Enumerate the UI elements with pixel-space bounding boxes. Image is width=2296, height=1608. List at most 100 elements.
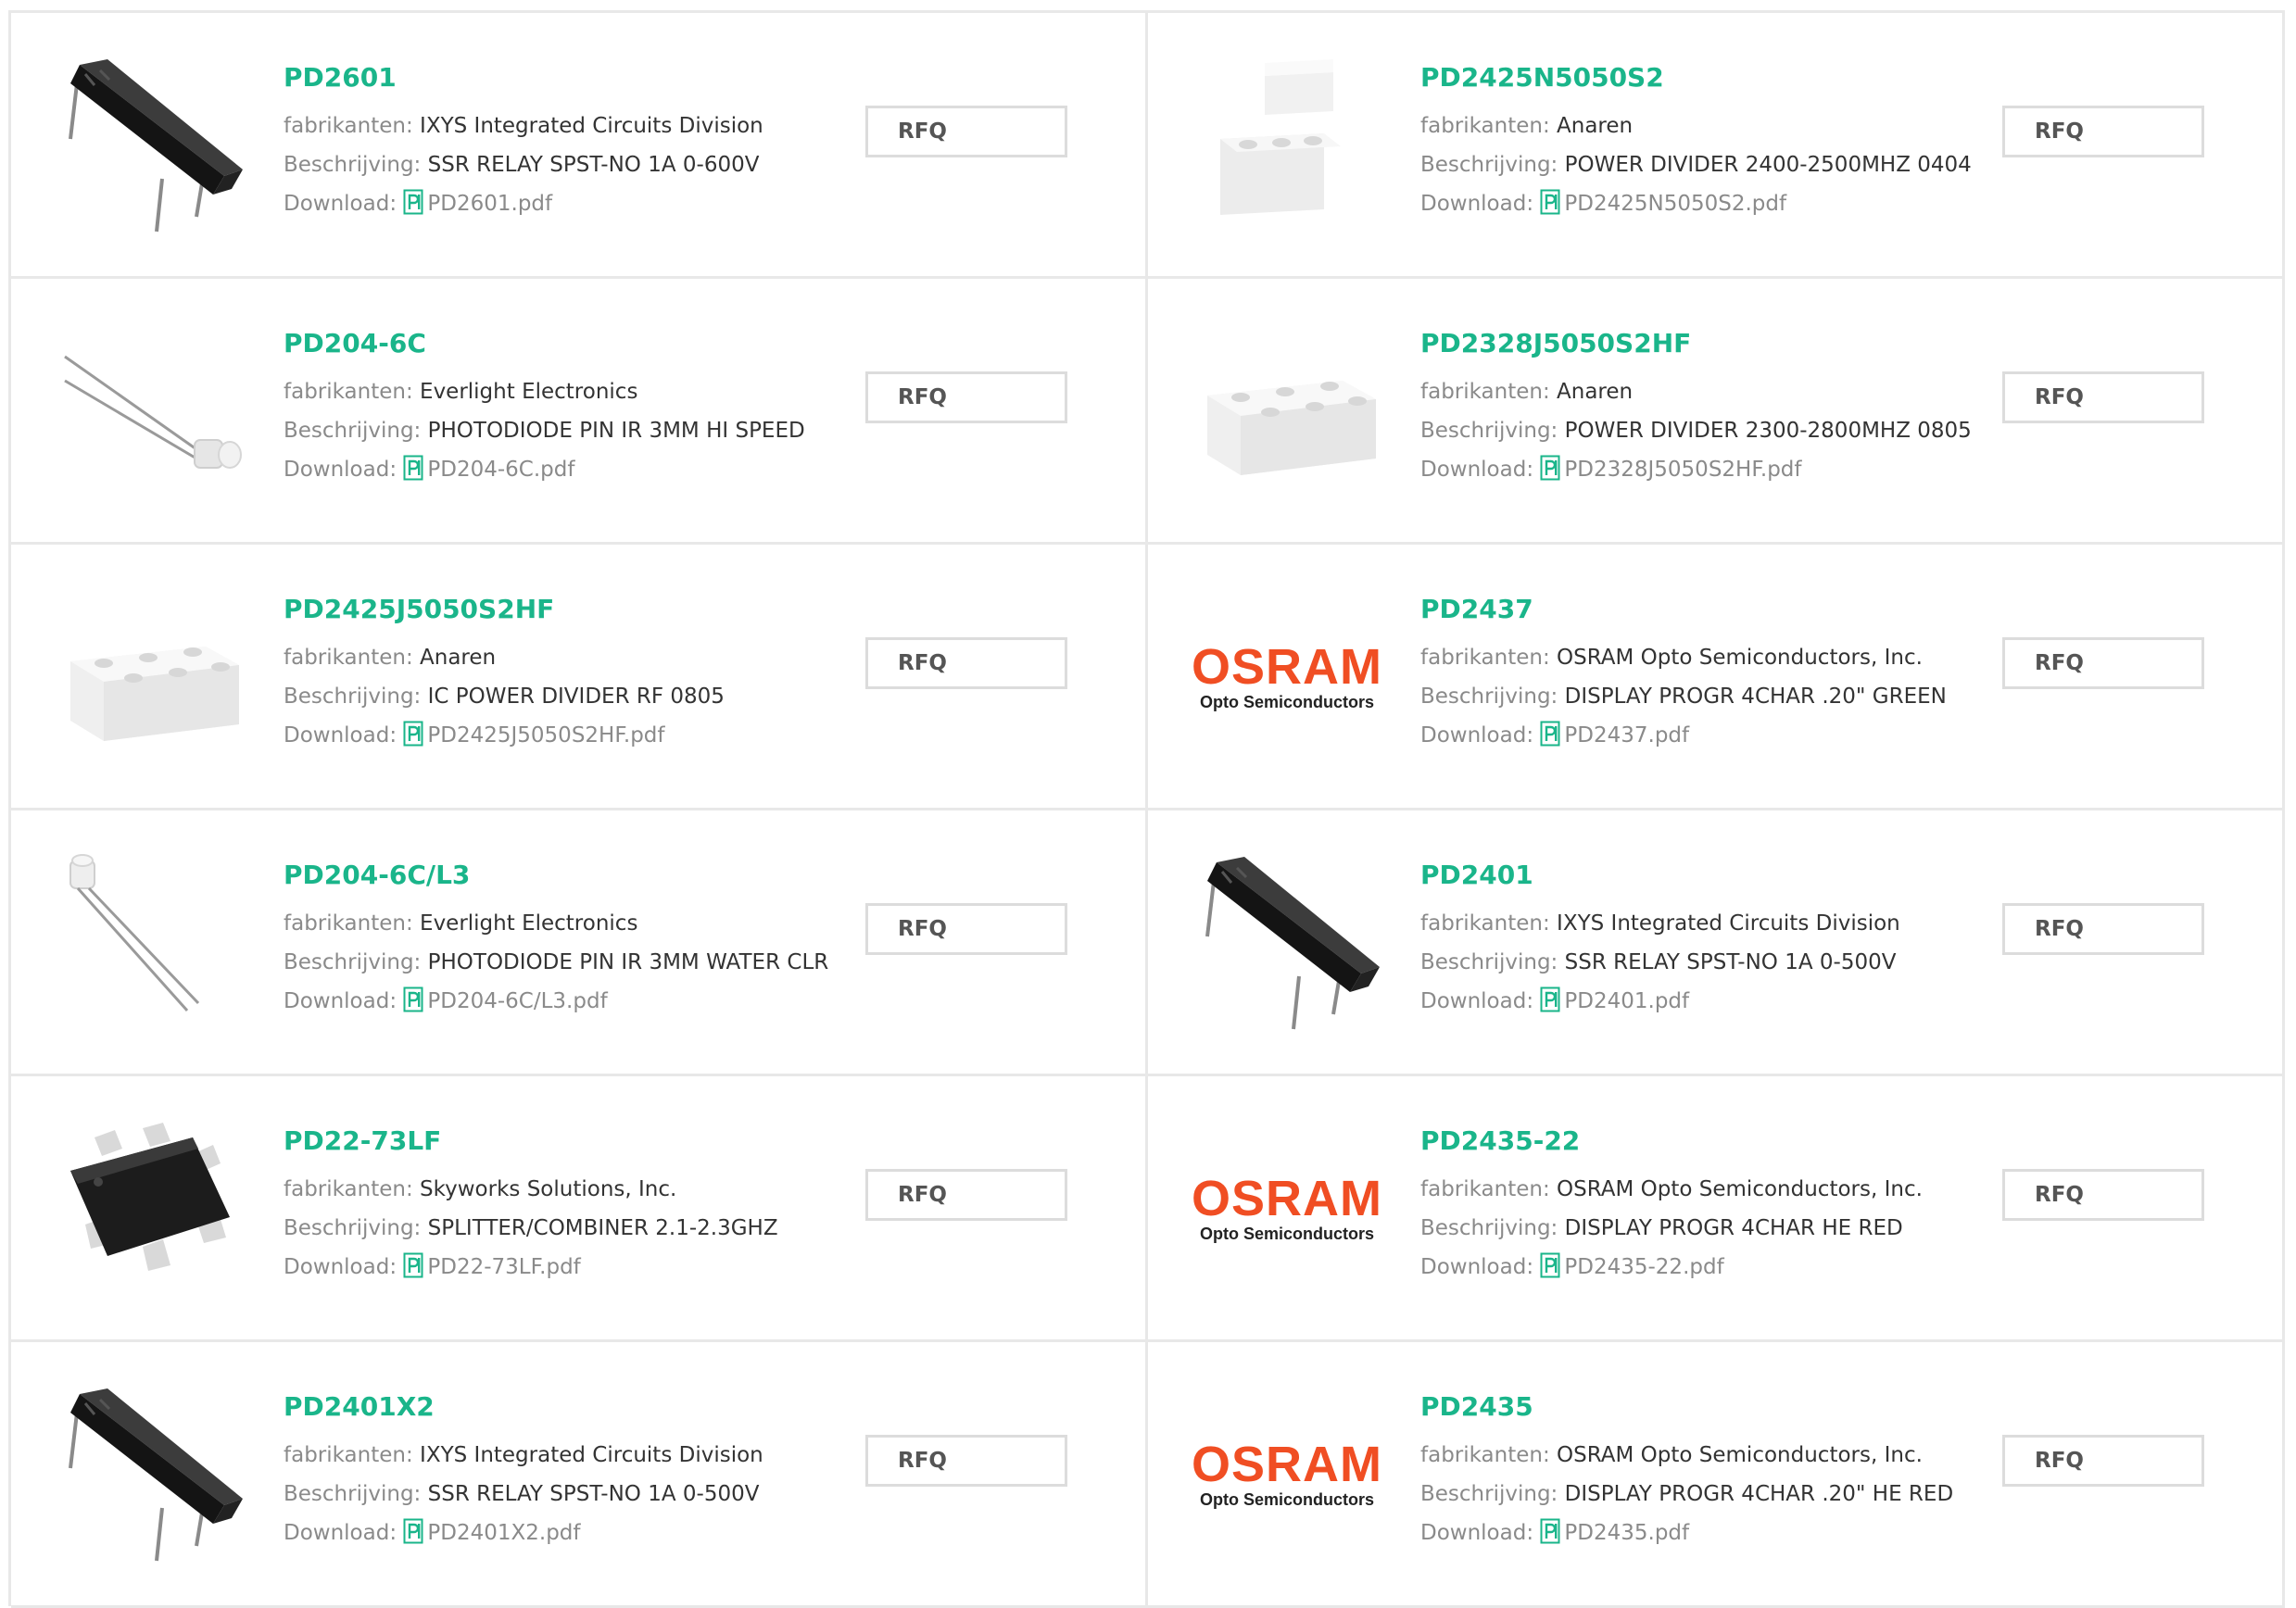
photodiode-horizontal-icon [64, 355, 242, 469]
rfq-button[interactable]: RFQ [2002, 903, 2204, 955]
osram-logo-subtitle: Opto Semiconductors [1199, 1490, 1374, 1509]
part-number-link[interactable]: PD2435-22 [1420, 1124, 1995, 1158]
product-image[interactable] [1194, 54, 1380, 239]
datasheet-filename: PD2328J5050S2HF.pdf [1564, 458, 1802, 482]
product-image[interactable]: OSRAM Opto Semiconductors [1192, 1117, 1382, 1302]
download-line: Download: PD2437.pdf [1420, 716, 1995, 755]
pdf-icon [403, 1518, 423, 1544]
rfq-button[interactable]: RFQ [865, 1169, 1067, 1221]
product-image[interactable] [1194, 851, 1380, 1036]
manufacturer-label: fabrikanten: [1420, 1177, 1550, 1201]
manufacturer-value: Anaren [1557, 380, 1634, 404]
rfq-button[interactable]: RFQ [2002, 1435, 2204, 1487]
download-label: Download: [284, 1255, 397, 1279]
datasheet-link[interactable]: PD2435-22.pdf [1540, 1252, 1724, 1279]
description-line: Beschrijving: SSR RELAY SPST-NO 1A 0-500… [1420, 943, 1995, 982]
part-number-link[interactable]: PD22-73LF [284, 1124, 858, 1158]
description-label: Beschrijving: [1420, 1216, 1558, 1240]
pdf-icon [1540, 721, 1560, 747]
product-card-8: PD22-73LF fabrikanten: Skyworks Solution… [11, 1076, 1148, 1342]
product-card-1: PD2425N5050S2 fabrikanten: Anaren Beschr… [1148, 13, 2285, 279]
product-image[interactable] [57, 851, 243, 1036]
description-line: Beschrijving: SSR RELAY SPST-NO 1A 0-600… [284, 145, 858, 184]
manufacturer-label: fabrikanten: [1420, 1443, 1550, 1467]
description-value: SSR RELAY SPST-NO 1A 0-600V [427, 153, 760, 177]
download-line: Download: PD2435-22.pdf [1420, 1248, 1995, 1287]
product-info: PD2435-22 fabrikanten: OSRAM Opto Semico… [1420, 1124, 1995, 1287]
osram-logo: OSRAM Opto Semiconductors [1192, 1174, 1382, 1245]
manufacturer-line: fabrikanten: Anaren [284, 638, 858, 677]
dip-relay-icon [69, 1388, 243, 1562]
product-card-6: PD204-6C/L3 fabrikanten: Everlight Elect… [11, 810, 1148, 1076]
datasheet-link[interactable]: PD2401.pdf [1540, 986, 1689, 1013]
product-card-10: PD2401X2 fabrikanten: IXYS Integrated Ci… [11, 1342, 1148, 1608]
description-value: IC POWER DIVIDER RF 0805 [427, 685, 725, 709]
download-line: Download: PD2425J5050S2HF.pdf [284, 716, 858, 755]
description-label: Beschrijving: [284, 950, 422, 974]
description-value: PHOTODIODE PIN IR 3MM WATER CLR [427, 950, 829, 974]
part-number-link[interactable]: PD204-6C/L3 [284, 859, 858, 892]
download-label: Download: [284, 989, 397, 1013]
rfq-button[interactable]: RFQ [865, 903, 1067, 955]
datasheet-link[interactable]: PD204-6C/L3.pdf [403, 986, 608, 1013]
datasheet-filename: PD22-73LF.pdf [427, 1255, 581, 1279]
part-number-link[interactable]: PD2425N5050S2 [1420, 61, 1995, 94]
description-value: SSR RELAY SPST-NO 1A 0-500V [427, 1482, 760, 1506]
datasheet-link[interactable]: PD2425J5050S2HF.pdf [403, 721, 665, 747]
rfq-button[interactable]: RFQ [2002, 1169, 2204, 1221]
description-label: Beschrijving: [284, 153, 422, 177]
osram-logo: OSRAM Opto Semiconductors [1192, 1439, 1382, 1511]
manufacturer-label: fabrikanten: [1420, 114, 1550, 138]
osram-logo-subtitle: Opto Semiconductors [1199, 1225, 1374, 1243]
part-number-link[interactable]: PD2401X2 [284, 1390, 858, 1424]
manufacturer-value: Anaren [420, 646, 497, 670]
manufacturer-line: fabrikanten: OSRAM Opto Semiconductors, … [1420, 638, 1995, 677]
product-image[interactable] [57, 1117, 243, 1302]
part-number-link[interactable]: PD2437 [1420, 593, 1995, 626]
product-image[interactable] [57, 1383, 243, 1568]
product-image[interactable] [57, 585, 243, 771]
datasheet-link[interactable]: PD2401X2.pdf [403, 1518, 581, 1545]
part-number-link[interactable]: PD204-6C [284, 327, 858, 360]
datasheet-link[interactable]: PD2437.pdf [1540, 721, 1690, 747]
datasheet-link[interactable]: PD2435.pdf [1540, 1518, 1689, 1545]
download-line: Download: PD2601.pdf [284, 184, 858, 223]
description-line: Beschrijving: POWER DIVIDER 2300-2800MHZ… [1420, 411, 1995, 450]
pdf-icon [1540, 455, 1560, 481]
product-image[interactable]: OSRAM Opto Semiconductors [1192, 585, 1382, 771]
product-info: PD2401X2 fabrikanten: IXYS Integrated Ci… [284, 1390, 858, 1552]
product-image[interactable] [57, 320, 243, 505]
product-image[interactable]: OSRAM Opto Semiconductors [1192, 1383, 1382, 1568]
part-number-link[interactable]: PD2425J5050S2HF [284, 593, 858, 626]
manufacturer-label: fabrikanten: [284, 1443, 413, 1467]
datasheet-link[interactable]: PD204-6C.pdf [403, 455, 574, 482]
description-line: Beschrijving: IC POWER DIVIDER RF 0805 [284, 677, 858, 716]
product-image[interactable] [57, 54, 243, 239]
part-number-link[interactable]: PD2328J5050S2HF [1420, 327, 1995, 360]
manufacturer-line: fabrikanten: OSRAM Opto Semiconductors, … [1420, 1170, 1995, 1209]
rfq-button[interactable]: RFQ [865, 1435, 1067, 1487]
description-label: Beschrijving: [1420, 153, 1558, 177]
part-number-link[interactable]: PD2601 [284, 61, 858, 94]
osram-logo-word: OSRAM [1192, 639, 1382, 695]
datasheet-link[interactable]: PD2601.pdf [403, 189, 552, 216]
datasheet-link[interactable]: PD22-73LF.pdf [403, 1252, 581, 1279]
download-label: Download: [284, 1521, 397, 1545]
part-number-link[interactable]: PD2435 [1420, 1390, 1995, 1424]
datasheet-filename: PD2425N5050S2.pdf [1564, 192, 1787, 216]
rfq-button[interactable]: RFQ [865, 371, 1067, 423]
rfq-button[interactable]: RFQ [2002, 637, 2204, 689]
part-number-link[interactable]: PD2401 [1420, 859, 1995, 892]
product-info: PD22-73LF fabrikanten: Skyworks Solution… [284, 1124, 858, 1287]
datasheet-link[interactable]: PD2425N5050S2.pdf [1540, 189, 1787, 216]
manufacturer-value: OSRAM Opto Semiconductors, Inc. [1557, 1177, 1923, 1201]
product-image[interactable] [1194, 320, 1380, 505]
manufacturer-line: fabrikanten: Everlight Electronics [284, 904, 858, 943]
datasheet-filename: PD2437.pdf [1564, 723, 1690, 747]
pdf-icon [1540, 1518, 1560, 1544]
rfq-button[interactable]: RFQ [865, 106, 1067, 157]
datasheet-link[interactable]: PD2328J5050S2HF.pdf [1540, 455, 1802, 482]
rfq-button[interactable]: RFQ [865, 637, 1067, 689]
rfq-button[interactable]: RFQ [2002, 106, 2204, 157]
rfq-button[interactable]: RFQ [2002, 371, 2204, 423]
